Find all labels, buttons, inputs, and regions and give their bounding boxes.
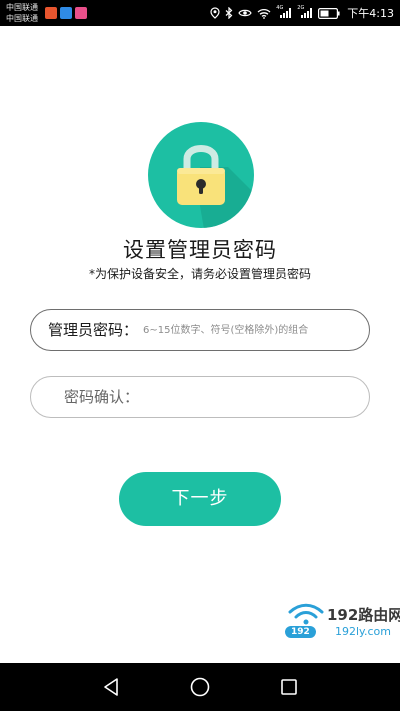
notification-icons (45, 7, 87, 19)
admin-password-label: 管理员密码： (48, 321, 139, 339)
signal-2g-icon: 2G (297, 5, 313, 19)
confirm-password-field[interactable]: 密码确认： (30, 376, 370, 418)
admin-password-input[interactable] (143, 310, 363, 350)
admin-password-field[interactable]: 管理员密码： (30, 309, 370, 351)
recent-apps-icon[interactable] (277, 675, 301, 699)
location-icon (210, 7, 220, 19)
clock: 下午4:13 (347, 7, 394, 20)
signal-4g-icon: 4G (276, 5, 292, 19)
signal-2g-label: 2G (297, 5, 305, 11)
page-subtitle: *为保护设备安全，请务必设置管理员密码 (88, 267, 311, 281)
maps-icon (60, 7, 72, 19)
confirm-password-label: 密码确认： (64, 388, 140, 406)
back-icon[interactable] (100, 675, 124, 699)
lock-icon (148, 122, 254, 228)
weibo-icon (45, 7, 57, 19)
battery-icon (318, 7, 340, 19)
watermark-title: 192路由网 (327, 606, 400, 624)
system-status-icons: 4G 2G 下午4:13 (210, 0, 394, 26)
eye-icon (238, 9, 252, 17)
carrier-label-2: 中国联通 (6, 14, 38, 23)
navigation-bar (0, 663, 400, 711)
bluetooth-icon (225, 7, 233, 19)
status-bar: 中国联通 中国联通 4G 2G 下午4:13 (0, 0, 400, 26)
watermark-logo: 192路由网 192 192ly.com (282, 600, 400, 644)
signal-4g-label: 4G (276, 5, 284, 11)
wifi-icon (257, 8, 271, 19)
app-icon (75, 7, 87, 19)
confirm-password-input[interactable] (141, 377, 361, 417)
page-title: 设置管理员密码 (123, 238, 277, 262)
carrier-label-1: 中国联通 (6, 3, 38, 12)
wifi-logo-icon (288, 603, 324, 625)
home-icon[interactable] (188, 675, 212, 699)
watermark-number: 192 (285, 626, 316, 638)
next-button[interactable]: 下一步 (119, 472, 281, 526)
watermark-url: 192ly.com (335, 625, 391, 638)
